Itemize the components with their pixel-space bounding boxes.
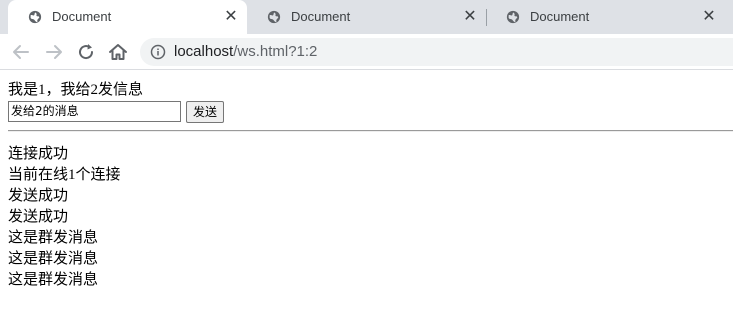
globe-icon	[506, 10, 520, 24]
forward-arrow-icon[interactable]	[42, 40, 66, 64]
tab-document-2[interactable]: Document ✕	[247, 0, 486, 34]
tab-document-3[interactable]: Document ✕	[486, 0, 725, 34]
log-line: 这是群发消息	[8, 272, 99, 288]
close-tab-icon[interactable]: ✕	[462, 9, 478, 25]
back-arrow-icon[interactable]	[9, 40, 33, 64]
globe-icon	[267, 10, 281, 24]
address-url[interactable]: localhost/ws.html?1:2	[174, 44, 317, 60]
log-line: 这是群发消息	[8, 251, 99, 267]
globe-icon	[28, 10, 42, 24]
page-content: 我是1，我给2发信息 发给2的消息 发送 连接成功 当前在线1个连接 发送成功 …	[0, 70, 733, 328]
close-tab-icon[interactable]: ✕	[223, 9, 239, 25]
log-line: 这是群发消息	[8, 230, 99, 246]
browser-toolbar: localhost/ws.html?1:2	[0, 34, 733, 70]
intro-text: 我是1，我给2发信息	[8, 82, 144, 98]
address-bar[interactable]: localhost/ws.html?1:2	[140, 38, 733, 66]
send-button[interactable]: 发送	[186, 101, 225, 123]
home-icon[interactable]	[106, 40, 130, 64]
message-log: 连接成功 当前在线1个连接 发送成功 发送成功 这是群发消息 这是群发消息 这是…	[8, 144, 121, 291]
tab-title: Document	[530, 9, 590, 24]
message-input[interactable]: 发给2的消息	[8, 101, 181, 122]
log-line: 连接成功	[8, 146, 69, 162]
close-tab-icon[interactable]: ✕	[701, 9, 717, 25]
url-path: /ws.html?1:2	[233, 43, 318, 60]
tab-title: Document	[52, 9, 112, 24]
log-line: 发送成功	[8, 209, 69, 225]
url-host: localhost	[174, 43, 234, 60]
browser-window: Document ✕ Document ✕ Document ✕ localho…	[0, 0, 733, 328]
tab-strip: Document ✕ Document ✕ Document ✕	[0, 0, 733, 34]
log-line: 发送成功	[8, 188, 69, 204]
tab-document-1[interactable]: Document ✕	[8, 0, 247, 34]
info-icon[interactable]	[150, 44, 166, 60]
log-line: 当前在线1个连接	[8, 167, 121, 183]
reload-icon[interactable]	[74, 40, 98, 64]
tab-title: Document	[291, 9, 351, 24]
horizontal-rule	[8, 130, 733, 132]
